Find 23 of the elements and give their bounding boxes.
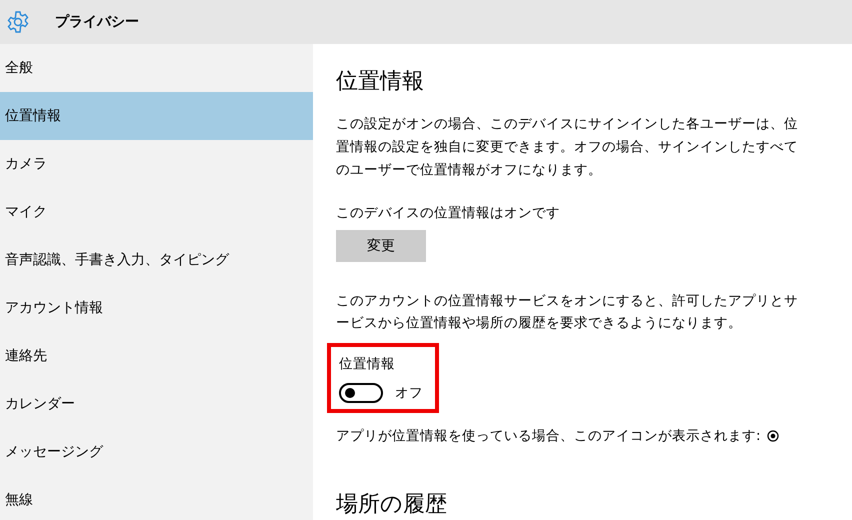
location-indicator-icon [766, 430, 779, 442]
sidebar-item[interactable]: 連絡先 [0, 332, 313, 380]
icon-note-text: アプリが位置情報を使っている場合、このアイコンが表示されます: [336, 427, 761, 445]
device-status-text: このデバイスの位置情報はオンです [336, 204, 561, 222]
sidebar-item[interactable]: 音声認識、手書き入力、タイピング [0, 236, 313, 284]
section-title: 場所の履歴 [336, 491, 448, 519]
sidebar-item[interactable]: 全般 [0, 44, 313, 92]
account-description-text: このアカウントの位置情報サービスをオンにすると、許可したアプリとサービスから位置情報や場所の履歴を要求できるようになります。 [336, 292, 799, 333]
sidebar-item[interactable]: メッセージング [0, 428, 313, 476]
sidebar-item[interactable]: 無線 [0, 476, 313, 520]
toggle-label: 位置情報 [339, 355, 396, 373]
location-toggle[interactable] [339, 383, 383, 403]
section-title: 位置情報 [336, 68, 425, 96]
sidebar-item[interactable]: アカウント情報 [0, 284, 313, 332]
sidebar-item[interactable]: 位置情報 [0, 92, 313, 140]
sidebar-item[interactable]: カメラ [0, 140, 313, 188]
sidebar-item[interactable]: カレンダー [0, 380, 313, 428]
toggle-state-text: オフ [395, 384, 423, 402]
description-text: この設定がオンの場合、このデバイスにサインインした各ユーザーは、位置情報の設定を独自に変更できます。オフの場合、サインインしたすべてのユーザーで位置情報がオフになります。 [336, 115, 799, 180]
settings-icon [6, 10, 30, 34]
sidebar-item[interactable]: マイク [0, 188, 313, 236]
page-title: プライバシー [55, 13, 139, 31]
change-button[interactable]: 変更 [336, 230, 426, 262]
